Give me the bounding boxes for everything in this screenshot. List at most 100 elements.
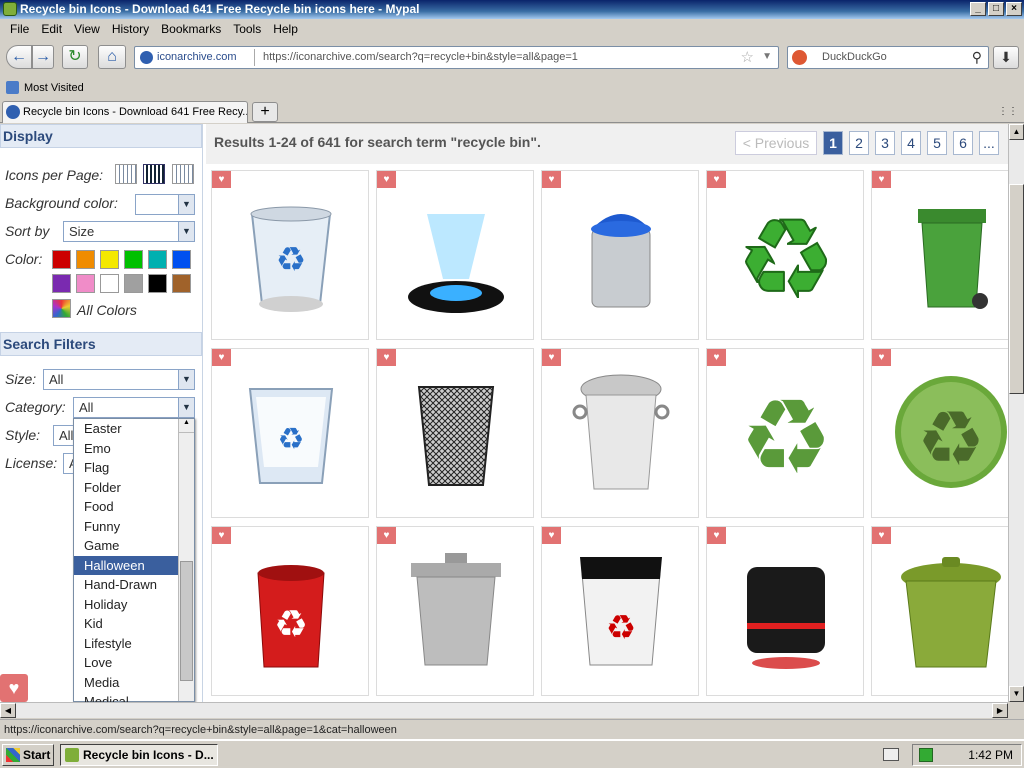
- favorite-heart-icon[interactable]: ♥: [377, 171, 396, 188]
- page-button[interactable]: ...: [979, 131, 999, 155]
- color-swatch[interactable]: [172, 250, 191, 269]
- category-option[interactable]: Game: [74, 536, 194, 556]
- color-swatch[interactable]: [172, 274, 191, 293]
- icon-card[interactable]: ♥ ♻: [706, 170, 864, 340]
- mesh-bin-icon[interactable]: [397, 367, 515, 497]
- icon-card[interactable]: ♥ ♻: [211, 170, 369, 340]
- category-option[interactable]: Flag: [74, 458, 194, 478]
- icon-card[interactable]: ♥: [376, 348, 534, 518]
- color-swatch[interactable]: [52, 274, 71, 293]
- close-button[interactable]: ×: [1006, 2, 1022, 16]
- size-select[interactable]: All ▼: [43, 369, 195, 390]
- search-bar[interactable]: DuckDuckGo ⚲: [787, 46, 989, 69]
- category-option[interactable]: Media: [74, 673, 194, 693]
- favorites-heart-icon[interactable]: ♥: [0, 674, 28, 702]
- all-colors-icon[interactable]: [52, 299, 71, 318]
- bookmark-most-visited[interactable]: Most Visited: [24, 82, 84, 94]
- keyboard-icon[interactable]: [883, 748, 899, 761]
- page-button[interactable]: 4: [901, 131, 921, 155]
- maximize-button[interactable]: □: [988, 2, 1004, 16]
- ornate-bin-icon[interactable]: [562, 367, 680, 497]
- category-option[interactable]: Easter: [74, 419, 194, 439]
- favorite-heart-icon[interactable]: ♥: [542, 171, 561, 188]
- category-select[interactable]: All ▼: [73, 397, 195, 418]
- scroll-up-icon[interactable]: ▲: [1009, 124, 1024, 140]
- icon-card[interactable]: ♥ ♻: [706, 348, 864, 518]
- download-icon[interactable]: ⬇: [993, 46, 1019, 69]
- blue-lid-bin-icon[interactable]: [562, 189, 680, 319]
- page-button[interactable]: 5: [927, 131, 947, 155]
- menu-bookmarks[interactable]: Bookmarks: [155, 22, 227, 36]
- category-option[interactable]: Folder: [74, 478, 194, 498]
- scroll-right-icon[interactable]: ▶: [992, 703, 1008, 718]
- flat-green-recycle-icon[interactable]: ♻: [727, 367, 845, 497]
- color-swatch[interactable]: [100, 274, 119, 293]
- url-text[interactable]: https://iconarchive.com/search?q=recycle…: [263, 47, 578, 68]
- red-bin-icon[interactable]: ♻: [232, 545, 350, 675]
- category-option[interactable]: Holiday: [74, 595, 194, 615]
- menu-history[interactable]: History: [106, 22, 155, 36]
- background-color-select[interactable]: ▼: [135, 194, 195, 215]
- start-button[interactable]: Start: [2, 744, 54, 766]
- scroll-left-icon[interactable]: ◀: [0, 703, 16, 718]
- page-scroll-thumb[interactable]: [1009, 184, 1024, 394]
- icon-card[interactable]: ♥: [871, 170, 1008, 340]
- icon-card[interactable]: ♥: [541, 348, 699, 518]
- dropdown-scrollbar[interactable]: ▲: [178, 419, 194, 701]
- favorite-heart-icon[interactable]: ♥: [707, 349, 726, 366]
- search-icon[interactable]: ⚲: [972, 49, 982, 66]
- page-vertical-scrollbar[interactable]: ▲ ▼: [1008, 124, 1024, 702]
- site-identity-button[interactable]: iconarchive.com: [137, 49, 255, 66]
- icon-card[interactable]: ♥ ♻: [541, 526, 699, 696]
- new-tab-button[interactable]: +: [252, 102, 278, 122]
- favorite-heart-icon[interactable]: ♥: [377, 527, 396, 544]
- scroll-up-icon[interactable]: ▲: [179, 419, 194, 433]
- full-glass-bin-icon[interactable]: ♻: [232, 367, 350, 497]
- color-swatch[interactable]: [124, 250, 143, 269]
- favorite-heart-icon[interactable]: ♥: [707, 527, 726, 544]
- favorite-heart-icon[interactable]: ♥: [377, 349, 396, 366]
- search-placeholder[interactable]: DuckDuckGo: [822, 47, 887, 68]
- icon-card[interactable]: ♥: [376, 170, 534, 340]
- icon-card[interactable]: ♥: [706, 526, 864, 696]
- grid-small-icon[interactable]: [115, 164, 137, 184]
- color-swatch[interactable]: [76, 274, 95, 293]
- home-icon[interactable]: ⌂: [98, 45, 126, 69]
- grid-large-icon[interactable]: [172, 164, 194, 184]
- color-swatch[interactable]: [100, 250, 119, 269]
- grid-medium-icon[interactable]: [143, 164, 165, 184]
- category-option[interactable]: Emo: [74, 439, 194, 459]
- category-option[interactable]: Food: [74, 497, 194, 517]
- all-colors-link[interactable]: All Colors: [77, 302, 137, 318]
- category-option[interactable]: Halloween: [74, 555, 194, 575]
- back-arrow-icon[interactable]: ←: [6, 45, 32, 69]
- reload-icon[interactable]: ↻: [62, 45, 88, 69]
- red-white-bin-icon[interactable]: ♻: [562, 545, 680, 675]
- favorite-heart-icon[interactable]: ♥: [212, 527, 231, 544]
- icon-card[interactable]: ♥ ♻: [211, 526, 369, 696]
- page-horizontal-scrollbar[interactable]: ◀ ▶: [0, 702, 1008, 718]
- color-swatch[interactable]: [124, 274, 143, 293]
- favorite-heart-icon[interactable]: ♥: [707, 171, 726, 188]
- icon-card[interactable]: ♥: [541, 170, 699, 340]
- category-option[interactable]: Hand-Drawn: [74, 575, 194, 595]
- category-dropdown-list[interactable]: Easter Emo Flag Folder Food Funny Game Hallowee…: [73, 418, 195, 702]
- previous-page-button[interactable]: < Previous: [735, 131, 817, 155]
- favorite-heart-icon[interactable]: ♥: [542, 527, 561, 544]
- url-dropdown-icon[interactable]: ▼: [762, 51, 772, 62]
- color-swatch[interactable]: [148, 250, 167, 269]
- category-option[interactable]: Funny: [74, 517, 194, 537]
- favorite-heart-icon[interactable]: ♥: [872, 527, 891, 544]
- menu-edit[interactable]: Edit: [35, 22, 68, 36]
- page-button[interactable]: 1: [823, 131, 843, 155]
- tab-list-icon[interactable]: ⋮⋮: [998, 106, 1018, 117]
- menu-tools[interactable]: Tools: [227, 22, 267, 36]
- color-swatch[interactable]: [148, 274, 167, 293]
- page-button[interactable]: 3: [875, 131, 895, 155]
- dropdown-scroll-thumb[interactable]: [180, 561, 193, 681]
- scroll-down-icon[interactable]: ▼: [1009, 686, 1024, 702]
- icon-card[interactable]: ♥: [376, 526, 534, 696]
- green-wheelie-bin-icon[interactable]: [892, 189, 1008, 319]
- category-option[interactable]: Love: [74, 653, 194, 673]
- black-cube-bin-icon[interactable]: [727, 545, 845, 675]
